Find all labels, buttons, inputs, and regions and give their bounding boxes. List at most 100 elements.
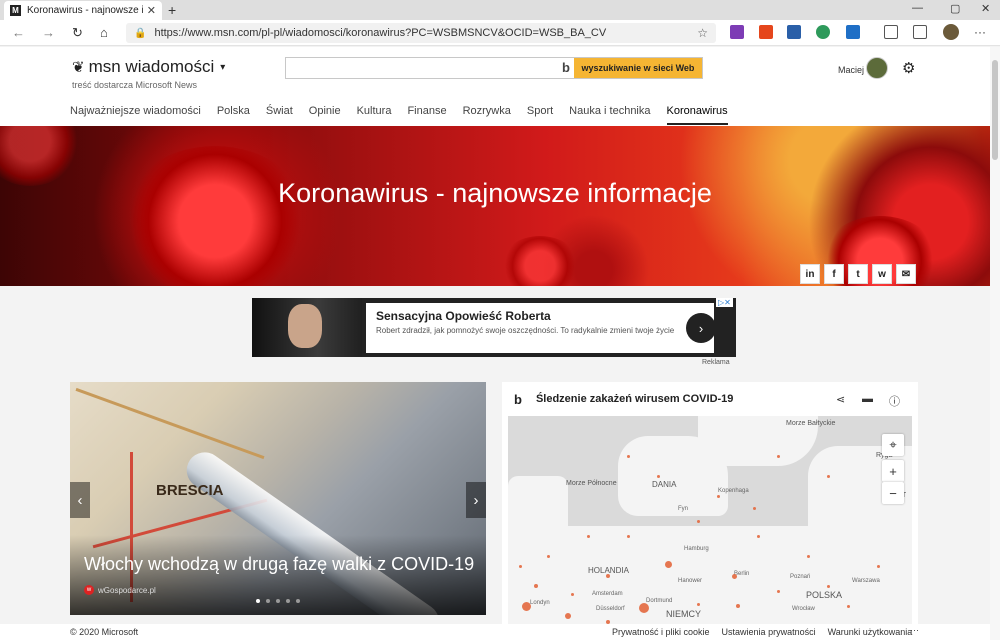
twitter-share-icon[interactable]: t — [848, 264, 868, 284]
whatsapp-share-icon[interactable]: w — [872, 264, 892, 284]
infection-marker[interactable] — [736, 604, 740, 608]
adchoices-icon[interactable]: ▷✕ — [716, 298, 733, 307]
zoom-in-button[interactable]: + — [882, 460, 904, 482]
linkedin-share-icon[interactable]: in — [800, 264, 820, 284]
email-share-icon[interactable]: ✉ — [896, 264, 916, 284]
nav-item[interactable]: Najważniejsze wiadomości — [70, 105, 201, 125]
previous-story-button[interactable]: ‹ — [70, 482, 90, 518]
refresh-button[interactable]: ↻ — [72, 25, 83, 41]
nav-item[interactable]: Świat — [266, 105, 293, 125]
infection-marker[interactable] — [696, 602, 700, 606]
infection-marker[interactable] — [626, 534, 630, 538]
share-icon[interactable]: ⋖ — [836, 393, 845, 406]
maximize-button[interactable]: ▢ — [950, 2, 960, 15]
nav-item[interactable]: Kultura — [357, 105, 392, 125]
infection-marker[interactable] — [776, 589, 780, 593]
infection-marker[interactable] — [639, 603, 649, 613]
collections-icon[interactable] — [913, 25, 927, 39]
next-story-button[interactable]: › — [466, 482, 486, 518]
chevron-down-icon[interactable]: ▾ — [220, 62, 225, 73]
ad-go-button[interactable]: › — [686, 313, 716, 343]
terms-link[interactable]: Warunki użytkowania — [828, 627, 913, 637]
nav-item[interactable]: Polska — [217, 105, 250, 125]
new-tab-button[interactable]: + — [168, 2, 176, 18]
infection-marker[interactable] — [752, 506, 756, 510]
scrollbar-thumb[interactable] — [992, 60, 998, 160]
carousel-dot[interactable] — [256, 599, 260, 603]
save-extension-icon[interactable] — [787, 25, 801, 39]
infection-marker[interactable] — [521, 601, 531, 611]
nav-item[interactable]: Opinie — [309, 105, 341, 125]
nav-item[interactable]: Finanse — [407, 105, 446, 125]
footer-more-button[interactable]: ··· — [910, 625, 919, 635]
msn-logo[interactable]: ❦ msn wiadomości ▾ — [72, 57, 225, 77]
advertisement[interactable]: Sensacyjna Opowieść Roberta Robert zdrad… — [252, 298, 736, 357]
url-field[interactable]: 🔒 https://www.msn.com/pl-pl/wiadomosci/k… — [126, 23, 716, 43]
infection-marker[interactable] — [806, 554, 810, 558]
infection-marker[interactable] — [716, 494, 720, 498]
carousel-dot[interactable] — [286, 599, 290, 603]
facebook-share-icon[interactable]: f — [824, 264, 844, 284]
carousel-dot[interactable] — [296, 599, 300, 603]
infection-marker[interactable] — [756, 534, 760, 538]
infection-marker[interactable] — [826, 474, 830, 478]
browser-tab[interactable]: M Koronawirus - najnowsze inform ✕ — [4, 1, 162, 20]
ad-title: Sensacyjna Opowieść Roberta — [376, 309, 551, 323]
pen-extension-icon[interactable] — [846, 25, 860, 39]
user-avatar[interactable] — [866, 57, 888, 79]
infection-marker[interactable] — [565, 613, 571, 619]
forward-button[interactable]: → — [42, 25, 55, 40]
locate-me-button[interactable]: ⌖ — [882, 434, 904, 456]
nav-item[interactable]: Koronawirus — [666, 105, 728, 125]
infection-marker[interactable] — [606, 574, 610, 578]
privacy-link[interactable]: Prywatność i pliki cookie — [612, 627, 710, 637]
onenote-extension-icon[interactable] — [730, 25, 744, 39]
carousel-dot[interactable] — [276, 599, 280, 603]
zoom-out-button[interactable]: − — [882, 482, 904, 504]
infection-marker[interactable] — [776, 454, 780, 458]
favorites-icon[interactable] — [884, 25, 898, 39]
infection-marker[interactable] — [656, 474, 660, 478]
infection-marker[interactable] — [846, 604, 850, 608]
infection-marker[interactable] — [664, 560, 672, 568]
back-button[interactable]: ← — [12, 25, 25, 40]
favorite-star-icon[interactable]: ☆ — [697, 26, 708, 40]
close-window-button[interactable]: ✕ — [981, 2, 990, 15]
minimize-button[interactable]: — — [912, 2, 923, 14]
copyright: © 2020 Microsoft — [70, 627, 139, 637]
infection-marker[interactable] — [626, 454, 630, 458]
office-extension-icon[interactable] — [759, 25, 773, 39]
featured-story[interactable]: BRESCIA ‹ › Włochy wchodzą w drugą fazę … — [70, 382, 486, 615]
infection-marker[interactable] — [586, 534, 590, 538]
infection-marker[interactable] — [546, 554, 550, 558]
infection-map[interactable]: Morze Bałtyckie Morze Północne DANIA HOL… — [508, 416, 912, 627]
msn-favicon-icon: M — [10, 5, 21, 16]
carousel-dot[interactable] — [266, 599, 270, 603]
story-source[interactable]: w wGospodarce.pl — [84, 585, 156, 595]
map-road — [75, 387, 265, 460]
infection-marker[interactable] — [518, 564, 522, 568]
profile-avatar[interactable] — [943, 24, 959, 40]
infection-marker[interactable] — [731, 573, 737, 579]
home-button[interactable]: ⌂ — [100, 25, 108, 40]
infection-marker[interactable] — [696, 519, 700, 523]
tab-close-icon[interactable]: ✕ — [147, 4, 156, 17]
search-box[interactable]: b wyszukiwanie w sieci Web — [285, 57, 703, 79]
privacy-settings-link[interactable]: Ustawienia prywatności — [722, 627, 816, 637]
nav-item[interactable]: Sport — [527, 105, 553, 125]
nav-item[interactable]: Rozrywka — [463, 105, 511, 125]
nav-item[interactable]: Nauka i technika — [569, 105, 650, 125]
story-headline[interactable]: Włochy wchodzą w drugą fazę walki z COVI… — [84, 554, 474, 575]
infection-marker[interactable] — [534, 584, 538, 588]
feedback-icon[interactable]: ▬ — [862, 393, 873, 405]
infection-marker[interactable] — [876, 564, 880, 568]
info-icon[interactable]: ⓘ — [889, 393, 900, 409]
browser-menu-button[interactable]: ··· — [974, 25, 986, 39]
grammarly-extension-icon[interactable] — [816, 25, 830, 39]
web-search-button[interactable]: wyszukiwanie w sieci Web — [574, 58, 702, 78]
user-name[interactable]: Maciej — [838, 65, 864, 75]
infection-marker[interactable] — [826, 584, 830, 588]
infection-marker[interactable] — [570, 592, 574, 596]
ad-face-image — [288, 304, 322, 348]
gear-icon[interactable]: ⚙ — [902, 59, 915, 77]
